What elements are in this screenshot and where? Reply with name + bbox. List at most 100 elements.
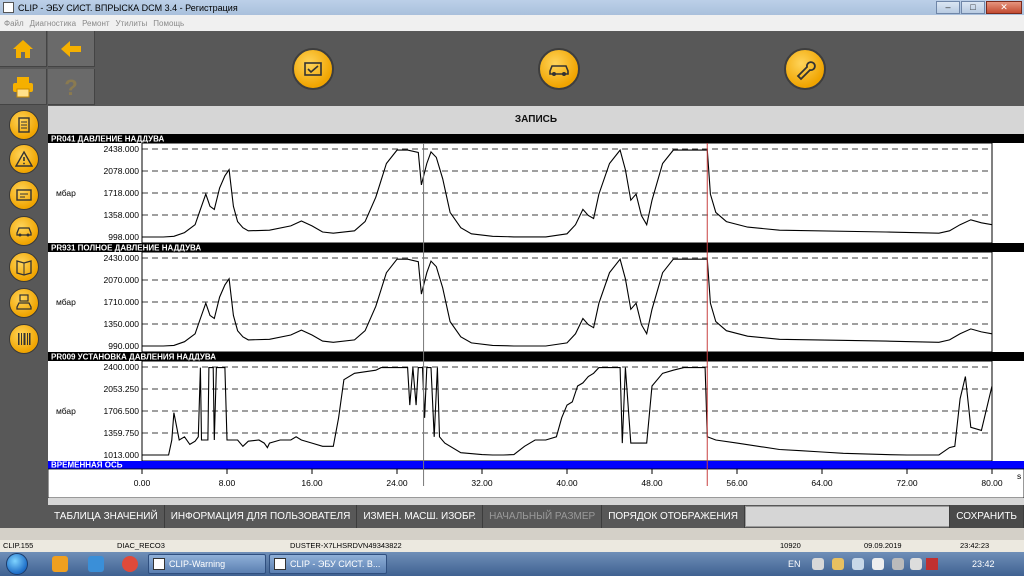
home-icon: [13, 39, 33, 58]
svg-text:?: ?: [64, 75, 77, 100]
x-tick-label: 8.00: [219, 478, 236, 488]
x-unit-label: s: [1017, 471, 1021, 481]
sidebar-screen-button[interactable]: [9, 180, 39, 210]
taskbar-task-clip-main[interactable]: CLIP - ЭБУ СИСТ. В...: [269, 554, 387, 574]
document-check-button[interactable]: [292, 48, 334, 90]
print-button[interactable]: [0, 69, 47, 105]
status-bar: CLIP.155 DIAC_RECO3 DUSTER-X7LHSRDVN4934…: [0, 540, 1024, 552]
y-unit-label: мбар: [56, 406, 76, 416]
tray-clock: 23:42: [972, 559, 995, 569]
display-order-button[interactable]: ПОРЯДОК ОТОБРАЖЕНИЯ: [602, 505, 745, 528]
y-tick-label: 998.000: [108, 232, 139, 242]
sidebar-car-disk-button[interactable]: [9, 288, 39, 318]
car-icon: [16, 227, 32, 237]
change-scale-button[interactable]: ИЗМЕН. МАСШ. ИЗОБР.: [357, 505, 484, 528]
menu-repair[interactable]: Ремонт: [82, 19, 109, 28]
wrench-button[interactable]: [784, 48, 826, 90]
y-unit-label: мбар: [56, 297, 76, 307]
tray-language[interactable]: EN: [788, 552, 801, 576]
home-button[interactable]: [0, 31, 47, 67]
tray-flag-icon[interactable]: [852, 558, 864, 570]
task-label: CLIP - ЭБУ СИСТ. В...: [290, 559, 381, 569]
sidebar-document-button[interactable]: [9, 110, 39, 140]
page-title: ЗАПИСЬ: [514, 114, 558, 125]
tray-battery-icon[interactable]: [872, 558, 884, 570]
help-button[interactable]: ?: [48, 69, 95, 105]
y-tick-label: 990.000: [108, 341, 139, 351]
x-tick-label: 16.00: [301, 478, 323, 488]
status-vehicle-vin: DUSTER-X7LHSRDVN49343822: [290, 541, 402, 550]
clip-app-window: CLIP - ЭБУ СИСТ. ВПРЫСКА DCM 3.4 - Регис…: [0, 0, 1024, 576]
taskbar-task-clip-warning[interactable]: CLIP-Warning: [148, 554, 266, 574]
x-tick-label: 40.00: [556, 478, 578, 488]
status-diag-file: DIAC_RECO3: [117, 541, 165, 550]
tray-device-icon[interactable]: [832, 558, 844, 570]
back-button[interactable]: [48, 31, 95, 67]
wrench-icon: [796, 61, 816, 81]
x-tick-label: 72.00: [896, 478, 918, 488]
sidebar-barcode-button[interactable]: [9, 324, 39, 354]
menu-help[interactable]: Помощь: [153, 19, 184, 28]
values-table-button[interactable]: ТАБЛИЦА ЗНАЧЕНИЙ: [48, 505, 165, 528]
window-title: CLIP - ЭБУ СИСТ. ВПРЫСКА DCM 3.4 - Регис…: [18, 2, 238, 13]
tray-app-icon[interactable]: [926, 558, 938, 570]
status-code: 10920: [780, 541, 801, 550]
y-tick-label: 1718.000: [104, 188, 140, 198]
tray-volume-icon[interactable]: [910, 558, 922, 570]
back-arrow-icon: [61, 40, 81, 57]
x-tick-label: 80.00: [981, 478, 1003, 488]
y-tick-label: 1358.000: [104, 210, 140, 220]
document-icon: [18, 117, 30, 133]
status-clip-version: CLIP.155: [3, 541, 34, 550]
start-button[interactable]: [6, 553, 28, 575]
app-icon: [3, 2, 14, 13]
y-unit-label: мбар: [56, 188, 76, 198]
initial-size-button[interactable]: НАЧАЛЬНЫЙ РАЗМЕР: [483, 505, 603, 528]
menu-utilities[interactable]: Утилиты: [116, 19, 148, 28]
x-tick-label: 64.00: [811, 478, 833, 488]
y-tick-label: 2070.000: [104, 275, 140, 285]
close-button[interactable]: ✕: [986, 1, 1022, 14]
question-icon: ?: [64, 75, 77, 100]
status-time: 23:42:23: [960, 541, 990, 550]
taskbar-ie-icon[interactable]: [88, 556, 104, 572]
car-ecu-button[interactable]: [538, 48, 580, 90]
taskbar-chrome-icon[interactable]: [122, 556, 138, 572]
menu-diagnostics[interactable]: Диагностика: [30, 19, 76, 28]
maximize-button[interactable]: □: [961, 1, 985, 14]
recording-chart-area: PR041 ДАВЛЕНИЕ НАДДУВА мбар 2438.000 2078.0…: [48, 134, 1024, 498]
x-tick-label: 32.00: [471, 478, 493, 488]
taskbar-explorer-icon[interactable]: [52, 556, 68, 572]
task-window-icon: [274, 558, 286, 570]
save-button[interactable]: СОХРАНИТЬ: [949, 505, 1024, 528]
y-tick-label: 2430.000: [104, 253, 140, 263]
y-tick-label: 2053.250: [104, 384, 140, 394]
panel-title: PR041 ДАВЛЕНИЕ НАДДУВА: [51, 135, 164, 144]
left-sidebar: [0, 106, 48, 528]
barcode-icon: [18, 333, 31, 345]
time-axis-title: ВРЕМЕННАЯ ОСЬ: [51, 461, 123, 470]
minimize-button[interactable]: –: [936, 1, 960, 14]
y-tick-label: 1706.500: [104, 406, 140, 416]
x-tick-label: 24.00: [386, 478, 408, 488]
panel-title-bar: [48, 134, 1024, 143]
sidebar-book-button[interactable]: [9, 252, 39, 282]
y-tick-label: 1350.000: [104, 319, 140, 329]
y-tick-label: 1710.000: [104, 297, 140, 307]
status-date: 09.09.2019: [864, 541, 902, 550]
tray-monitor-icon[interactable]: [892, 558, 904, 570]
car-disk-icon: [16, 294, 32, 310]
tray-network-icon[interactable]: [812, 558, 824, 570]
window-title-bar: CLIP - ЭБУ СИСТ. ВПРЫСКА DCM 3.4 - Регис…: [0, 0, 1024, 15]
y-tick-label: 1013.000: [104, 450, 140, 460]
user-info-button[interactable]: ИНФОРМАЦИЯ ДЛЯ ПОЛЬЗОВАТЕЛЯ: [165, 505, 358, 528]
x-tick-label: 48.00: [641, 478, 663, 488]
recording-charts: PR041 ДАВЛЕНИЕ НАДДУВА мбар 2438.000 2078.0…: [48, 134, 1024, 498]
x-tick-label: 56.00: [726, 478, 748, 488]
sidebar-warning-button[interactable]: [9, 144, 39, 174]
printer-icon: [13, 76, 33, 97]
panel-title: PR009 УСТАНОВКА ДАВЛЕНИЯ НАДДУВА: [51, 353, 216, 362]
menu-file[interactable]: Файл: [4, 19, 24, 28]
sidebar-car-button[interactable]: [9, 216, 39, 246]
time-axis-frame: [48, 468, 1024, 498]
